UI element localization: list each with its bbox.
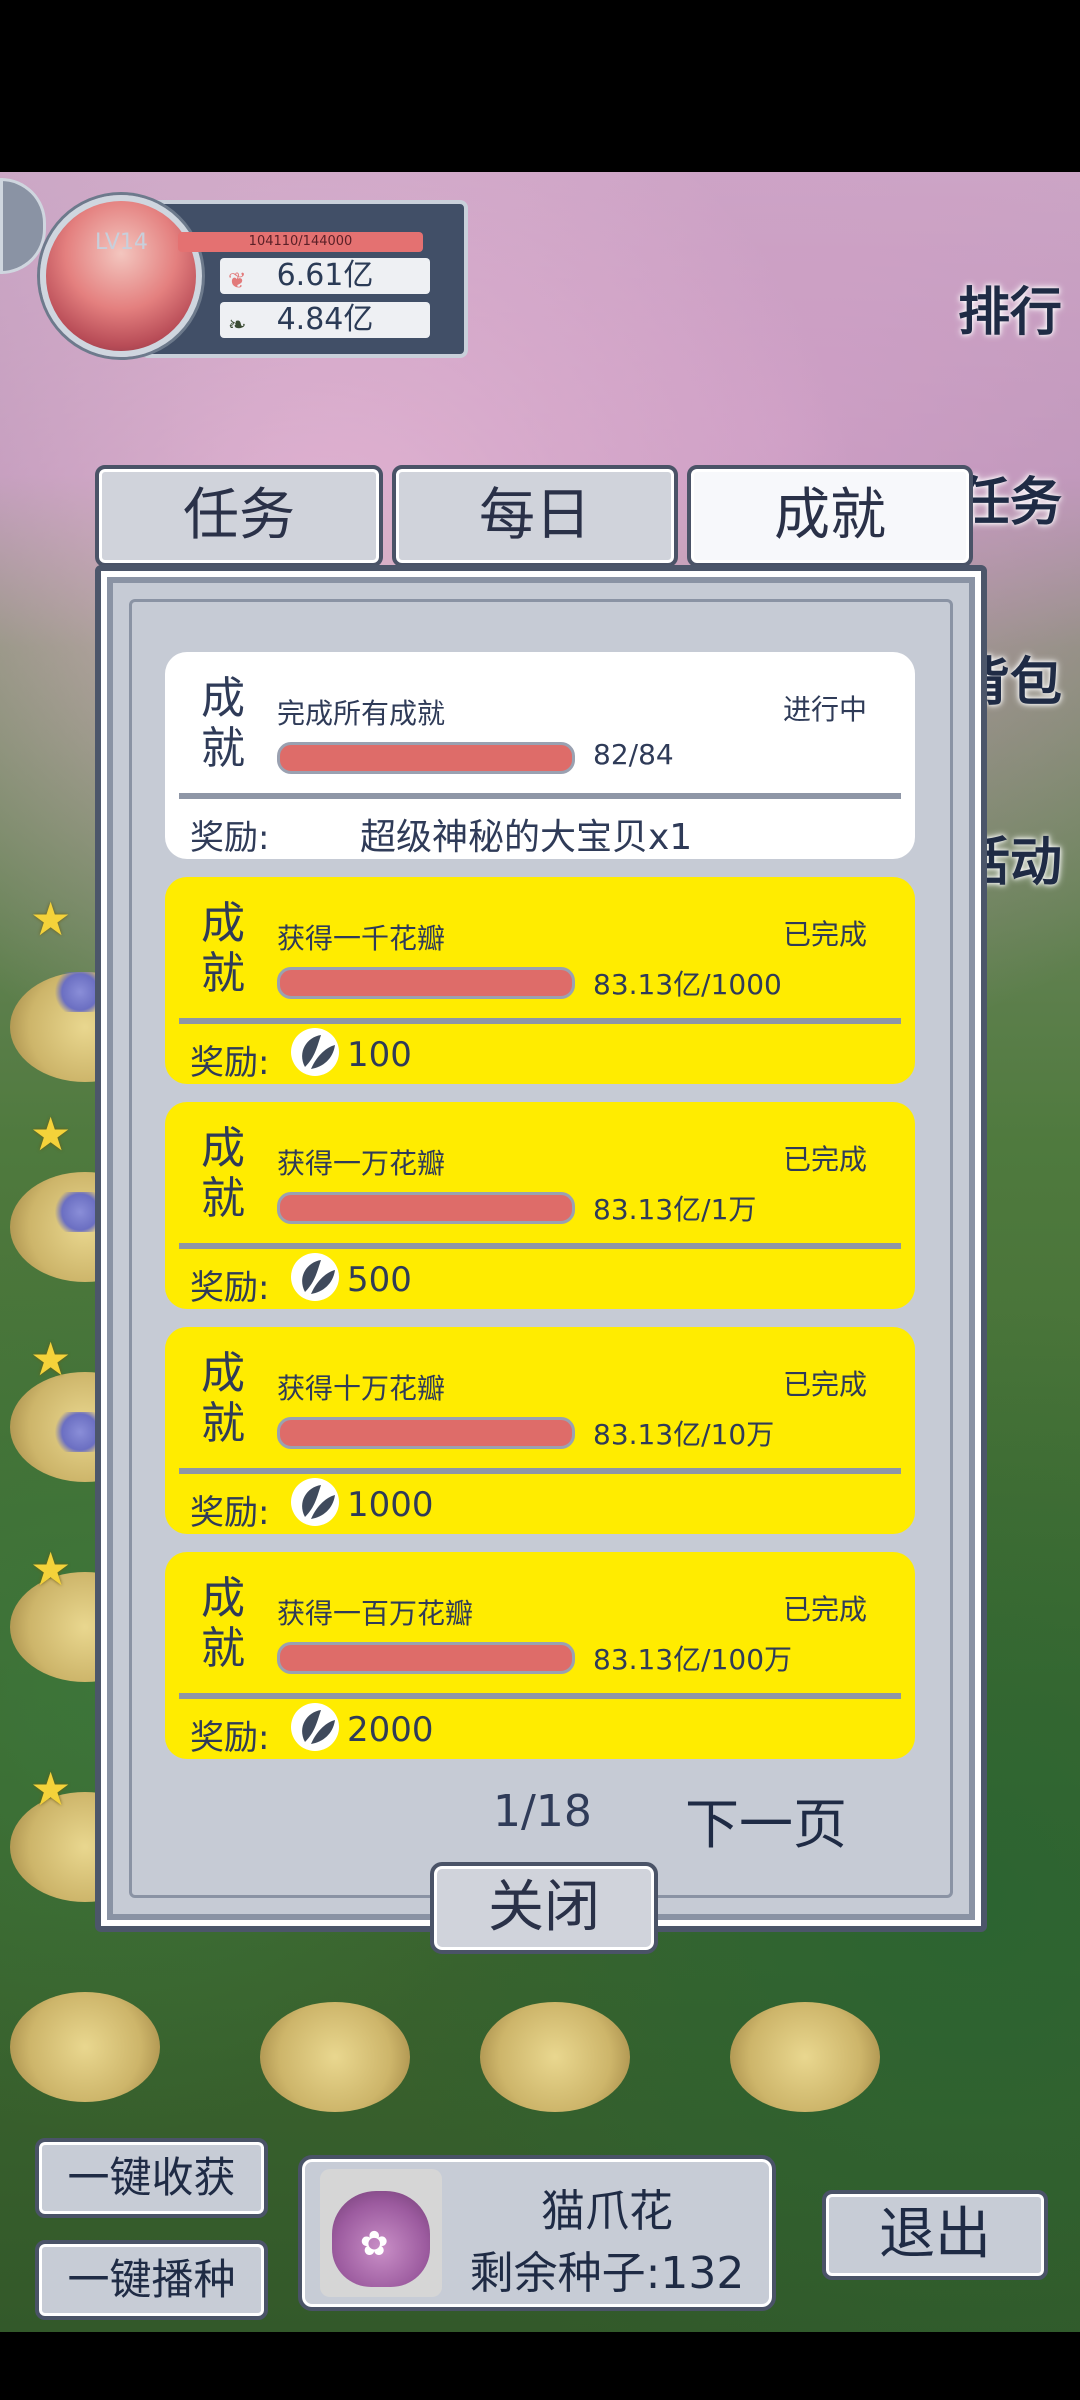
exit-button[interactable]: 退出 — [822, 2190, 1048, 2280]
progress-bar — [277, 1417, 575, 1449]
achievement-name: 获得一百万花瓣 — [277, 1597, 474, 1630]
petal-icon — [291, 1028, 339, 1076]
reward-label: 奖励: — [190, 1043, 270, 1083]
reward-label: 奖励: — [190, 1268, 270, 1308]
player-avatar[interactable] — [40, 195, 202, 357]
achievement-state: 进行中 — [782, 693, 867, 726]
achievement-name: 完成所有成就 — [277, 697, 446, 730]
divider — [179, 1018, 901, 1024]
flower-icon: ✿ — [360, 2224, 389, 2264]
achievement-kind: 成 就 — [201, 1123, 245, 1224]
harvest-all-button[interactable]: 一键收获 — [35, 2138, 268, 2218]
leaf-count-value: 4.84亿 — [276, 302, 374, 337]
achievement-card: 成 就 获得十万花瓣 已完成 83.13亿/10万 奖励: 1000 — [165, 1327, 915, 1534]
progress-bar — [277, 742, 575, 774]
seed-remaining: 剩余种子:132 — [469, 2248, 745, 2299]
achievement-card: 成 就 获得一百万花瓣 已完成 83.13亿/100万 奖励: 2000 — [165, 1552, 915, 1759]
seed-bag-icon: ✿ — [320, 2169, 442, 2297]
achievement-card: 成 就 获得一千花瓣 已完成 83.13亿/1000 奖励: 100 — [165, 877, 915, 1084]
leaf-icon: ❧ — [228, 313, 247, 338]
progress-text: 83.13亿/10万 — [593, 1418, 775, 1451]
progress-bar — [277, 1192, 575, 1224]
achievement-state: 已完成 — [782, 1143, 867, 1176]
achievement-name: 获得十万花瓣 — [277, 1372, 446, 1405]
divider — [179, 1693, 901, 1699]
close-button[interactable]: 关闭 — [430, 1862, 658, 1954]
petal-icon: ❦ — [228, 269, 247, 294]
next-page-button[interactable]: 下一页 — [685, 1780, 847, 1859]
star-icon: ★ — [30, 1762, 72, 1816]
achievement-kind: 成 就 — [201, 673, 245, 774]
petal-icon — [291, 1703, 339, 1751]
divider — [179, 1468, 901, 1474]
reward-value: 超级神秘的大宝贝x1 — [360, 817, 693, 858]
progress-text: 83.13亿/1万 — [593, 1193, 757, 1226]
achievement-state: 已完成 — [782, 918, 867, 951]
achievement-state: 已完成 — [782, 1368, 867, 1401]
tab-achievements[interactable]: 成就 — [687, 465, 973, 567]
progress-bar — [277, 967, 575, 999]
star-icon: ★ — [30, 1107, 72, 1161]
achievement-kind: 成 就 — [201, 1573, 245, 1674]
tab-tasks[interactable]: 任务 — [95, 465, 383, 567]
reward-value: 100 — [347, 1035, 412, 1075]
reward-label: 奖励: — [190, 1493, 270, 1533]
dialog-tabs: 任务 每日 成就 — [95, 465, 975, 567]
xp-bar: 104110/144000 — [178, 232, 423, 252]
sow-all-button[interactable]: 一键播种 — [35, 2240, 268, 2320]
achievement-card: 成 就 获得一万花瓣 已完成 83.13亿/1万 奖励: 500 — [165, 1102, 915, 1309]
petal-count-value: 6.61亿 — [276, 258, 374, 293]
petal-count: ❦ 6.61亿 — [220, 258, 430, 294]
seed-name: 猫爪花 — [541, 2186, 673, 2237]
achievement-kind: 成 就 — [201, 1348, 245, 1449]
seed-selector[interactable]: ✿ 猫爪花 剩余种子:132 — [298, 2155, 776, 2311]
page-indicator: 1/18 — [493, 1786, 592, 1837]
stump — [730, 2002, 880, 2112]
reward-label: 奖励: — [190, 1718, 270, 1758]
star-icon: ★ — [30, 1542, 72, 1596]
star-icon: ★ — [30, 892, 72, 946]
player-level: LV14 — [95, 230, 148, 255]
tab-daily[interactable]: 每日 — [392, 465, 678, 567]
divider — [179, 1243, 901, 1249]
leaf-count: ❧ 4.84亿 — [220, 302, 430, 338]
stump — [480, 2002, 630, 2112]
star-icon: ★ — [30, 1332, 72, 1386]
petal-icon — [291, 1478, 339, 1526]
achievement-name: 获得一千花瓣 — [277, 922, 446, 955]
progress-text: 82/84 — [593, 738, 674, 771]
reward-label: 奖励: — [190, 818, 270, 858]
achievement-kind: 成 就 — [201, 898, 245, 999]
reward-value: 500 — [347, 1260, 412, 1300]
reward-value: 1000 — [347, 1485, 434, 1525]
achievement-card: 成 就 完成所有成就 进行中 82/84 奖励: 超级神秘的大宝贝x1 — [165, 652, 915, 859]
stump — [10, 1992, 160, 2102]
progress-bar — [277, 1642, 575, 1674]
reward-value: 2000 — [347, 1710, 434, 1750]
achievement-state: 已完成 — [782, 1593, 867, 1626]
progress-text: 83.13亿/100万 — [593, 1643, 793, 1676]
divider — [179, 793, 901, 799]
ranking-button[interactable]: 排行 — [950, 270, 1070, 345]
stump — [260, 2002, 410, 2112]
petal-icon — [291, 1253, 339, 1301]
progress-text: 83.13亿/1000 — [593, 968, 782, 1001]
achievement-name: 获得一万花瓣 — [277, 1147, 446, 1180]
